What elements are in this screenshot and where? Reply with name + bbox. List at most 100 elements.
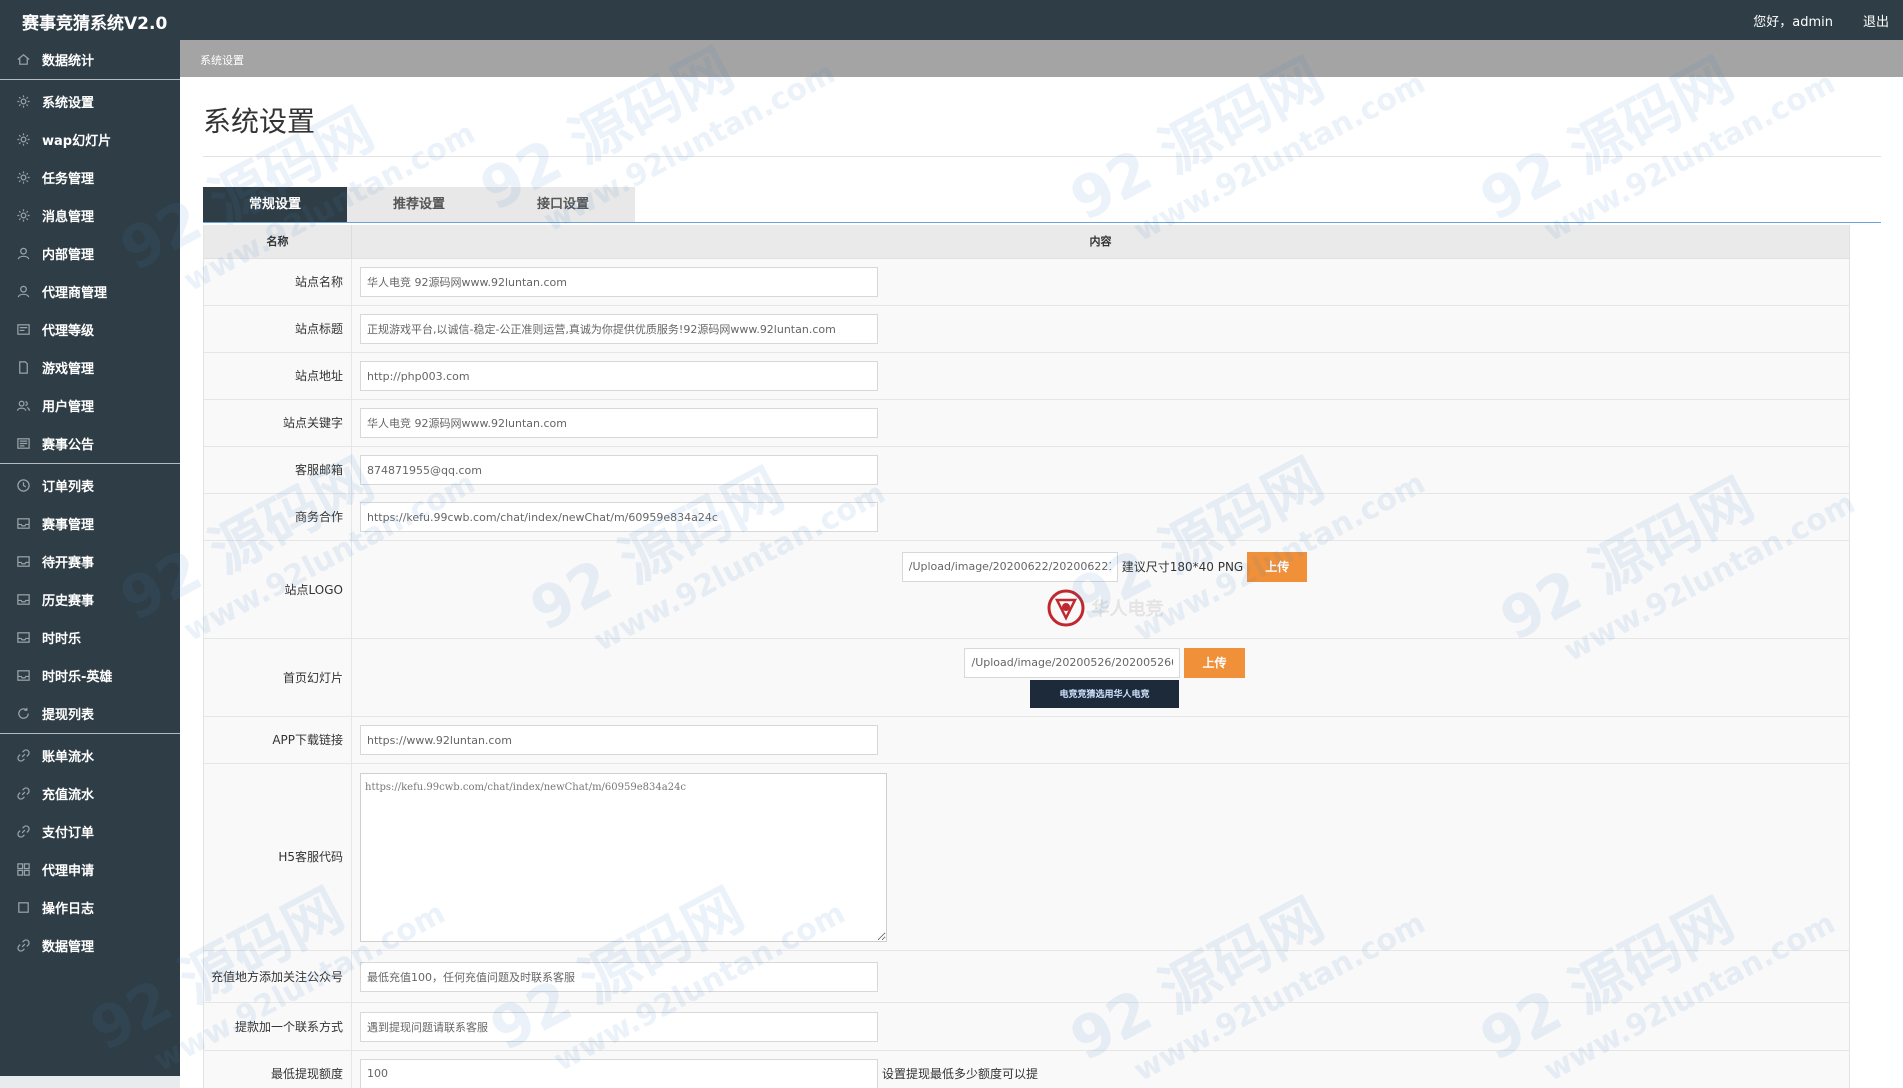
sidebar-item[interactable]: 历史赛事 xyxy=(0,580,180,618)
sidebar-item-label: 用户管理 xyxy=(42,399,95,415)
sidebar-item[interactable]: 代理等级 xyxy=(0,310,180,348)
business-input[interactable] xyxy=(360,502,878,532)
clock-icon xyxy=(14,476,32,494)
sidebar: 数据统计系统设置 wap幻灯片任务管理消息管理内部管理代理商管理代理等级 游戏管理用… xyxy=(0,40,180,1088)
table-row: 首页幻灯片 上传 电竞竞猜选用华人电竞 xyxy=(204,639,1849,717)
home-icon xyxy=(14,50,32,68)
sidebar-item-label: 数据管理 xyxy=(42,939,95,955)
withdraw-contact-input[interactable] xyxy=(360,1011,878,1042)
field-label: H5客服代码 xyxy=(204,764,352,950)
sidebar-item-label: 任务管理 xyxy=(42,171,95,187)
card-icon xyxy=(14,320,32,338)
table-row: H5客服代码 https://kefu.99cwb.com/chat/index… xyxy=(204,764,1849,951)
grid-icon xyxy=(14,860,32,878)
service-email-input[interactable] xyxy=(360,455,878,485)
site-title-input[interactable] xyxy=(360,314,878,344)
slide-banner-text: 电竞竞猜选用华人电竞 xyxy=(1059,690,1150,700)
gear-icon xyxy=(14,130,32,148)
sidebar-item[interactable]: 代理申请 xyxy=(0,850,180,888)
sidebar-item-label: 待开赛事 xyxy=(42,555,95,571)
min-withdraw-input[interactable] xyxy=(360,1058,878,1088)
tab-recommend[interactable]: 推荐设置 xyxy=(347,187,491,223)
sidebar-item[interactable]: 数据统计 xyxy=(0,40,180,78)
sidebar-item[interactable]: wap幻灯片 xyxy=(0,120,180,158)
field-label: 站点标题 xyxy=(204,306,352,352)
tab-api[interactable]: 接口设置 xyxy=(491,187,635,223)
sidebar-item-label: 订单列表 xyxy=(42,479,95,495)
sidebar-item[interactable]: 用户管理 xyxy=(0,386,180,424)
sidebar-item[interactable]: 代理商管理 xyxy=(0,272,180,310)
breadcrumb: 系统设置 xyxy=(180,40,1903,77)
tab-general[interactable]: 常规设置 xyxy=(203,187,347,223)
sidebar-item[interactable]: 赛事公告 xyxy=(0,424,180,462)
sidebar-item[interactable]: 提现列表 xyxy=(0,694,180,732)
link-icon xyxy=(14,936,32,954)
sidebar-item[interactable]: 待开赛事 xyxy=(0,542,180,580)
sidebar-item[interactable]: 数据管理 xyxy=(0,926,180,964)
recharge-notice-input[interactable] xyxy=(360,961,878,992)
site-logo-path-input[interactable] xyxy=(901,551,1118,582)
sidebar-item-label: 代理申请 xyxy=(42,863,95,879)
sidebar-item[interactable]: 时时乐 xyxy=(0,618,180,656)
table-row: 充值地方添加关注公众号 xyxy=(204,951,1849,1003)
field-label: 最低提现额度 xyxy=(204,1051,352,1088)
sidebar-item[interactable]: 时时乐-英雄 xyxy=(0,656,180,694)
site-url-input[interactable] xyxy=(360,361,878,391)
header-content: 内容 xyxy=(1089,235,1112,248)
logo-emblem-icon xyxy=(1047,589,1084,626)
logo-upload-button[interactable]: 上传 xyxy=(1247,551,1308,582)
gear-icon xyxy=(14,206,32,224)
sidebar-item[interactable]: 赛事管理 xyxy=(0,504,180,542)
sidebar-item[interactable]: 操作日志 xyxy=(0,888,180,926)
field-label: 站点名称 xyxy=(204,259,352,305)
site-keywords-input[interactable] xyxy=(360,408,878,438)
sidebar-item[interactable]: 订单列表 xyxy=(0,466,180,504)
gear-icon xyxy=(14,168,32,186)
slide-upload-button[interactable]: 上传 xyxy=(1184,647,1245,678)
link-icon xyxy=(14,822,32,840)
logo-size-hint: 建议尺寸180*40 PNG xyxy=(1121,560,1244,574)
refresh-icon xyxy=(14,704,32,722)
field-label: 站点LOGO xyxy=(204,541,352,638)
tray-icon xyxy=(14,552,32,570)
field-label: 站点地址 xyxy=(204,353,352,399)
sidebar-item-label: 消息管理 xyxy=(42,209,95,225)
tray-icon xyxy=(14,514,32,532)
breadcrumb-item[interactable]: 系统设置 xyxy=(200,52,244,68)
table-row: 最低提现额度 设置提现最低多少额度可以提 xyxy=(204,1051,1849,1088)
square-icon xyxy=(14,898,32,916)
sidebar-item[interactable]: 游戏管理 xyxy=(0,348,180,386)
table-row: 站点标题 xyxy=(204,306,1849,353)
app-title: 赛事竞猜系统V2.0 xyxy=(22,14,168,34)
sidebar-item-label: 时时乐-英雄 xyxy=(42,669,113,685)
table-row: 站点地址 xyxy=(204,353,1849,400)
sidebar-item[interactable]: 消息管理 xyxy=(0,196,180,234)
app-download-input[interactable] xyxy=(360,725,878,755)
home-slide-path-input[interactable] xyxy=(964,647,1181,678)
logout-link[interactable]: 退出 xyxy=(1863,11,1889,30)
h5-service-code-textarea[interactable]: https://kefu.99cwb.com/chat/index/newCha… xyxy=(360,772,887,942)
sidebar-item-label: 充值流水 xyxy=(42,787,95,803)
tab-divider xyxy=(203,222,1881,223)
field-label: 充值地方添加关注公众号 xyxy=(204,951,352,1002)
sidebar-item[interactable]: 账单流水 xyxy=(0,736,180,774)
sidebar-item[interactable]: 充值流水 xyxy=(0,774,180,812)
field-label: 商务合作 xyxy=(204,494,352,540)
table-header: 名称 内容 xyxy=(204,225,1849,259)
sidebar-item-label: 赛事管理 xyxy=(42,517,95,533)
user-icon xyxy=(14,244,32,262)
site-name-input[interactable] xyxy=(360,267,878,297)
sidebar-item[interactable]: 内部管理 xyxy=(0,234,180,272)
sidebar-item-label: 支付订单 xyxy=(42,825,95,841)
slide-preview-image: 电竞竞猜选用华人电竞 xyxy=(1030,679,1179,708)
link-icon xyxy=(14,746,32,764)
sidebar-item-label: 代理商管理 xyxy=(42,285,108,301)
table-row: 站点名称 xyxy=(204,259,1849,306)
file-icon xyxy=(14,358,32,376)
table-row: APP下载链接 xyxy=(204,717,1849,764)
sidebar-item[interactable]: 系统设置 xyxy=(0,82,180,120)
tab-bar: 常规设置 推荐设置 接口设置 xyxy=(203,187,635,223)
sidebar-item[interactable]: 任务管理 xyxy=(0,158,180,196)
sidebar-item[interactable]: 支付订单 xyxy=(0,812,180,850)
news-icon xyxy=(14,434,32,452)
